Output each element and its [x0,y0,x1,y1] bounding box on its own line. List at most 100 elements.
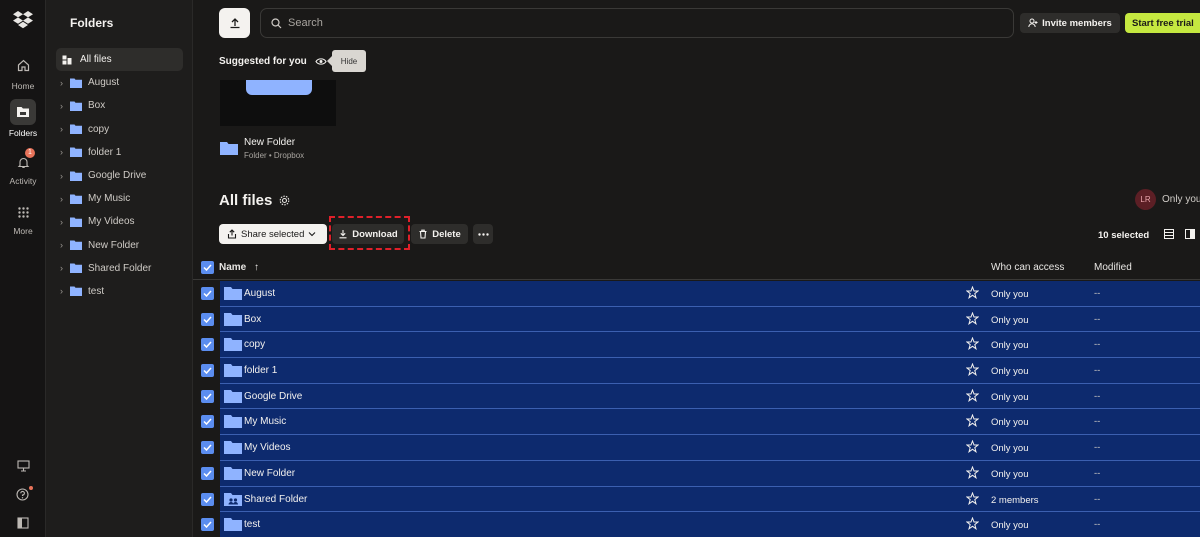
chevron-right-icon[interactable]: › [60,78,70,88]
sidebar-item-copy[interactable]: › copy [56,118,183,141]
file-name[interactable]: Box [244,314,261,325]
row-checkbox[interactable] [201,338,214,352]
star-icon[interactable] [966,363,979,377]
sidebar-item-august[interactable]: › August [56,71,183,94]
file-name[interactable]: My Music [244,416,286,427]
star-icon[interactable] [966,465,979,479]
access-column-header[interactable]: Who can access [991,262,1064,273]
sidebar-item-label: Box [88,100,106,112]
chevron-right-icon[interactable]: › [60,217,70,227]
chevron-right-icon[interactable]: › [60,286,70,296]
download-button[interactable]: Download [332,224,404,244]
modified-column-header[interactable]: Modified [1094,262,1132,273]
list-view-icon[interactable] [1164,229,1174,239]
table-row[interactable]: copy Only you -- [193,332,1200,359]
folder-icon [70,263,82,274]
row-checkbox[interactable] [201,364,214,378]
file-name[interactable]: Shared Folder [244,494,307,505]
file-name[interactable]: test [244,519,260,530]
row-checkbox[interactable] [201,415,214,429]
chevron-right-icon[interactable]: › [60,147,70,157]
folder-icon [17,107,29,117]
help-button[interactable] [0,486,46,502]
table-row[interactable]: test Only you -- [193,512,1200,537]
sidebar-item-box[interactable]: › Box [56,94,183,117]
sidebar-item-shared-folder[interactable]: › Shared Folder [56,257,183,280]
suggested-thumbnail[interactable] [220,80,336,126]
avatar[interactable]: LR [1135,189,1156,210]
rail-more[interactable]: More [0,201,46,236]
table-row[interactable]: Box Only you -- [193,306,1200,333]
gear-icon[interactable] [279,195,290,206]
eye-icon[interactable] [315,57,327,66]
file-name[interactable]: folder 1 [244,365,277,376]
modified-value: -- [1094,519,1101,531]
hide-tooltip: Hide [327,50,366,72]
table-row[interactable]: Shared Folder 2 members -- [193,486,1200,513]
rail-home[interactable]: Home [0,52,46,91]
star-icon[interactable] [966,337,979,351]
file-name[interactable]: Google Drive [244,391,302,402]
table-row[interactable]: August Only you -- [193,281,1200,307]
search-bar[interactable] [260,8,1014,38]
invite-members-button[interactable]: Invite members [1020,13,1120,33]
file-name[interactable]: New Folder [244,468,295,479]
sidebar-item-folder-1[interactable]: › folder 1 [56,141,183,164]
star-icon[interactable] [966,286,979,299]
search-input[interactable] [288,17,988,29]
share-selected-button[interactable]: Share selected [219,224,327,244]
dropbox-logo-icon[interactable] [13,11,33,29]
sidebar-item-all-files[interactable]: All files [56,48,183,72]
desktop-app-button[interactable] [0,460,46,472]
chevron-right-icon[interactable]: › [60,124,70,134]
sidebar-item-google-drive[interactable]: › Google Drive [56,164,183,187]
rail-activity[interactable]: 1 Activity [0,148,46,186]
start-trial-button[interactable]: Start free trial [1125,13,1200,33]
upload-button[interactable] [219,8,250,38]
star-icon[interactable] [966,414,979,428]
table-row[interactable]: New Folder Only you -- [193,460,1200,487]
delete-button[interactable]: Delete [411,224,468,244]
chevron-right-icon[interactable]: › [60,101,70,111]
star-icon[interactable] [966,311,979,325]
name-column-header[interactable]: Name ↑ [219,262,259,273]
table-row[interactable]: folder 1 Only you -- [193,358,1200,384]
chevron-right-icon[interactable]: › [60,171,70,181]
star-icon[interactable] [966,440,979,454]
row-checkbox[interactable] [201,441,214,455]
rail-folders[interactable]: Folders [0,99,46,138]
row-selection-background [220,358,1200,384]
sidebar-item-my-videos[interactable]: › My Videos [56,210,183,233]
star-icon[interactable] [966,388,979,402]
file-name[interactable]: August [244,288,275,299]
info-panel-icon[interactable] [1185,229,1195,239]
more-actions-button[interactable] [473,224,493,244]
folder-icon [220,142,238,155]
sidebar-item-new-folder[interactable]: › New Folder [56,234,183,257]
row-checkbox[interactable] [201,518,214,532]
table-row[interactable]: My Videos Only you -- [193,435,1200,461]
table-row[interactable]: My Music Only you -- [193,409,1200,436]
file-name[interactable]: My Videos [244,442,291,453]
download-label: Download [352,228,398,240]
sidebar-item-my-music[interactable]: › My Music [56,187,183,210]
row-checkbox[interactable] [201,466,214,480]
row-checkbox[interactable] [201,492,214,506]
row-checkbox[interactable] [201,287,214,300]
chevron-right-icon[interactable]: › [60,240,70,250]
chevron-right-icon[interactable]: › [60,194,70,204]
table-row[interactable]: Google Drive Only you -- [193,383,1200,410]
chevron-right-icon[interactable]: › [60,263,70,273]
collapse-sidebar-button[interactable] [0,517,46,529]
select-all-checkbox[interactable] [201,261,214,274]
row-checkbox[interactable] [201,389,214,403]
suggested-item-name[interactable]: New Folder [244,137,295,148]
star-icon[interactable] [966,491,979,505]
row-checkbox[interactable] [201,312,214,326]
sidebar-item-test[interactable]: › test [56,280,183,303]
delete-label: Delete [432,228,461,240]
star-icon[interactable] [966,517,979,531]
folder-icon [224,312,242,326]
file-name[interactable]: copy [244,339,265,350]
row-selection-background [220,435,1200,461]
